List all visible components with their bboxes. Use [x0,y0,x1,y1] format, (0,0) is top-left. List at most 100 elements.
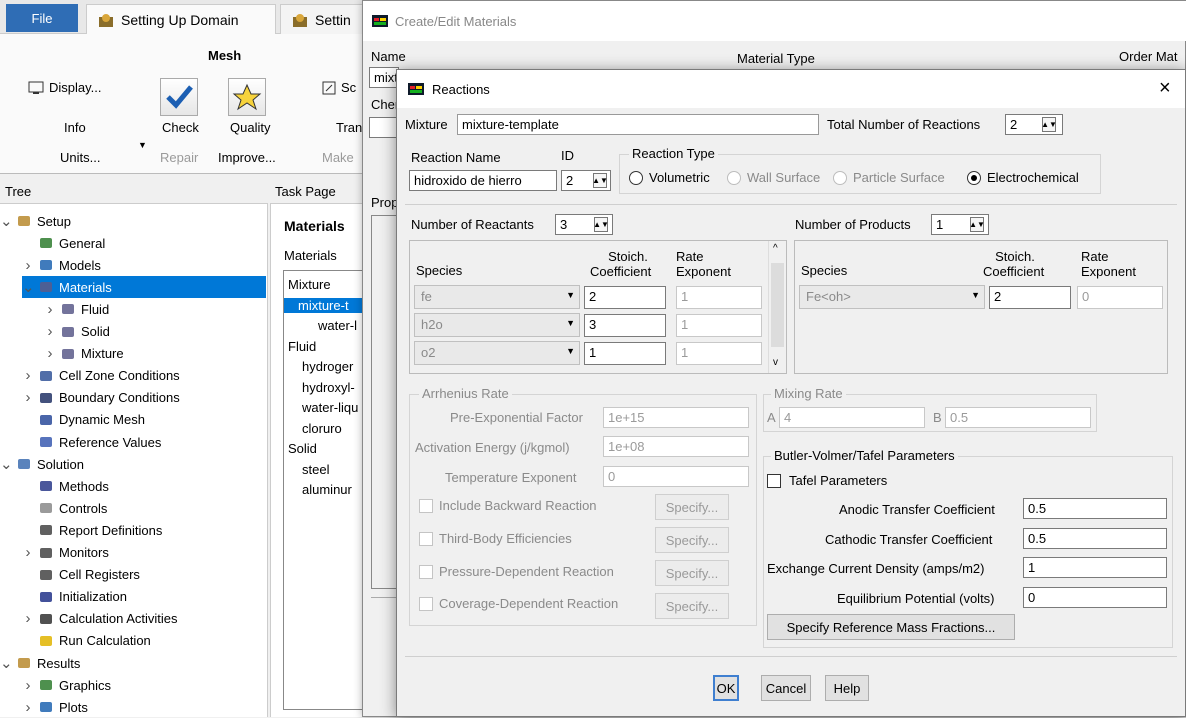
tree-item-graphics[interactable]: › Graphics [22,674,112,696]
expand-right-icon[interactable]: › [44,323,56,340]
expand-right-icon[interactable]: › [22,257,34,274]
exchange-current-field[interactable]: 1 [1023,557,1167,578]
tree-item-dynamic-mesh[interactable]: Dynamic Mesh [22,409,145,431]
num-reactants-spinner-icon[interactable]: ▲▼ [593,217,609,232]
product-species-select[interactable]: Fe<oh> ▼ [799,285,985,309]
tree-item-mixture[interactable]: › Mixture [44,343,124,365]
tree-item-monitors[interactable]: › Monitors [22,542,109,564]
tree-item-cell-registers[interactable]: Cell Registers [22,564,140,586]
reactions-title-bar[interactable]: Reactions [397,70,1185,108]
expand-right-icon[interactable]: › [22,367,34,384]
dropdown-arrow-icon[interactable]: ▼ [566,290,575,300]
check-button[interactable]: Check [162,120,199,135]
materials-list-item[interactable]: water-liqu [302,400,358,415]
tree-item-models[interactable]: › Models [22,254,101,276]
materials-list-item[interactable]: aluminur [302,482,352,497]
close-icon[interactable]: × [1159,76,1171,100]
tree-item-fluid[interactable]: › Fluid [44,298,110,320]
flask-icon [60,346,76,362]
materials-list-item[interactable]: Solid [288,441,317,456]
expand-down-icon[interactable]: ⌄ [0,654,13,672]
anodic-field[interactable]: 0.5 [1023,498,1167,519]
product-stoich-field[interactable]: 2 [989,286,1071,309]
file-menu-tab[interactable]: File [6,4,78,32]
tree-item-materials[interactable]: ⌄ Materials [22,276,266,299]
expand-right-icon[interactable]: › [44,301,56,318]
expand-right-icon[interactable]: › [22,544,34,561]
improve-button[interactable]: Improve... [218,150,276,165]
check-icon[interactable] [160,78,198,116]
reactant-species-select[interactable]: fe ▼ [414,285,580,309]
reactant-stoich-field[interactable]: 2 [584,286,666,309]
tree-item-methods[interactable]: Methods [22,475,109,497]
scroll-down-icon[interactable]: v [773,357,778,368]
scale-button[interactable]: Sc [322,80,356,95]
reactant-species-select[interactable]: h2o ▼ [414,313,580,337]
dropdown-arrow-icon[interactable]: ▼ [566,346,575,356]
materials-list-item[interactable]: steel [302,462,329,477]
materials-list-item[interactable]: hydroger [302,359,353,374]
tree-item-general[interactable]: General [22,232,105,254]
cathodic-field[interactable]: 0.5 [1023,528,1167,549]
dropdown-arrow-icon[interactable]: ▼ [971,290,980,300]
expand-down-icon[interactable]: ⌄ [0,455,13,473]
scroll-up-icon[interactable]: ^ [773,243,778,254]
expand-right-icon[interactable]: › [22,610,34,627]
tree-item-results[interactable]: ⌄ Results [0,652,80,674]
materials-list-item[interactable]: cloruro [302,421,342,436]
chemical-formula-field[interactable] [369,117,399,138]
scroll-thumb[interactable] [771,263,784,347]
tree-item-reference-values[interactable]: Reference Values [22,431,161,453]
material-name-field[interactable]: mixt [369,67,399,88]
create-edit-title-bar[interactable]: Create/Edit Materials [363,1,1186,41]
specify-reference-mass-fractions-button[interactable]: Specify Reference Mass Fractions... [767,614,1015,640]
expand-down-icon[interactable]: ⌄ [0,212,13,230]
expand-down-icon[interactable]: ⌄ [22,278,35,296]
num-products-spinner-icon[interactable]: ▲▼ [969,217,985,232]
reactant-stoich-field[interactable]: 3 [584,314,666,337]
tree-item-solution[interactable]: ⌄ Solution [0,453,84,475]
reactant-species-select[interactable]: o2 ▼ [414,341,580,365]
reactants-scrollbar[interactable]: ^ v [768,241,786,373]
cancel-button[interactable]: Cancel [761,675,811,701]
radio-volumetric[interactable] [629,171,643,185]
info-button[interactable]: Info [64,120,86,135]
translate-button[interactable]: Tran [336,120,362,135]
materials-list-item[interactable]: mixture-t [284,297,374,313]
tree-item-controls[interactable]: Controls [22,497,107,519]
tree-item-initialization[interactable]: Initialization [22,586,127,608]
reaction-id-spinner-icon[interactable]: ▲▼ [592,173,608,188]
tree-item-run-calculation[interactable]: Run Calculation [22,630,151,652]
materials-list-item[interactable]: water-l [318,318,357,333]
radio-electrochemical[interactable] [967,171,981,185]
tree-item-report-definitions[interactable]: Report Definitions [22,519,162,541]
reactant-stoich-field[interactable]: 1 [584,342,666,365]
equilibrium-field[interactable]: 0 [1023,587,1167,608]
expand-right-icon[interactable]: › [22,699,34,716]
tree-item-setup[interactable]: ⌄ Setup [0,210,71,232]
info-dropdown-icon[interactable]: ▼ [138,140,147,150]
help-button[interactable]: Help [825,675,869,701]
tree-item-calculation-activities[interactable]: › Calculation Activities [22,608,178,630]
tafel-checkbox[interactable] [767,474,781,488]
materials-list-item[interactable]: Fluid [288,339,316,354]
quality-button[interactable]: Quality [230,120,270,135]
materials-list-item[interactable]: hydroxyl- [302,380,355,395]
dropdown-arrow-icon[interactable]: ▼ [566,318,575,328]
reaction-name-field[interactable]: hidroxido de hierro [409,170,557,191]
materials-list-item[interactable]: Mixture [288,277,331,292]
tree-item-cell-zone-conditions[interactable]: › Cell Zone Conditions [22,365,180,387]
total-reactions-spinner-icon[interactable]: ▲▼ [1041,117,1057,132]
tree-item-boundary-conditions[interactable]: › Boundary Conditions [22,387,180,409]
quality-star-icon[interactable] [228,78,266,116]
display-button[interactable]: Display... [28,80,102,95]
tree-header: Tree [0,180,268,204]
units-button[interactable]: Units... [60,150,100,165]
tab-setting-up-domain[interactable]: Setting Up Domain [86,4,276,34]
tree-item-plots[interactable]: › Plots [22,696,88,718]
expand-right-icon[interactable]: › [44,345,56,362]
ok-button[interactable]: OK [713,675,739,701]
tree-item-solid[interactable]: › Solid [44,321,110,343]
expand-right-icon[interactable]: › [22,389,34,406]
expand-right-icon[interactable]: › [22,677,34,694]
